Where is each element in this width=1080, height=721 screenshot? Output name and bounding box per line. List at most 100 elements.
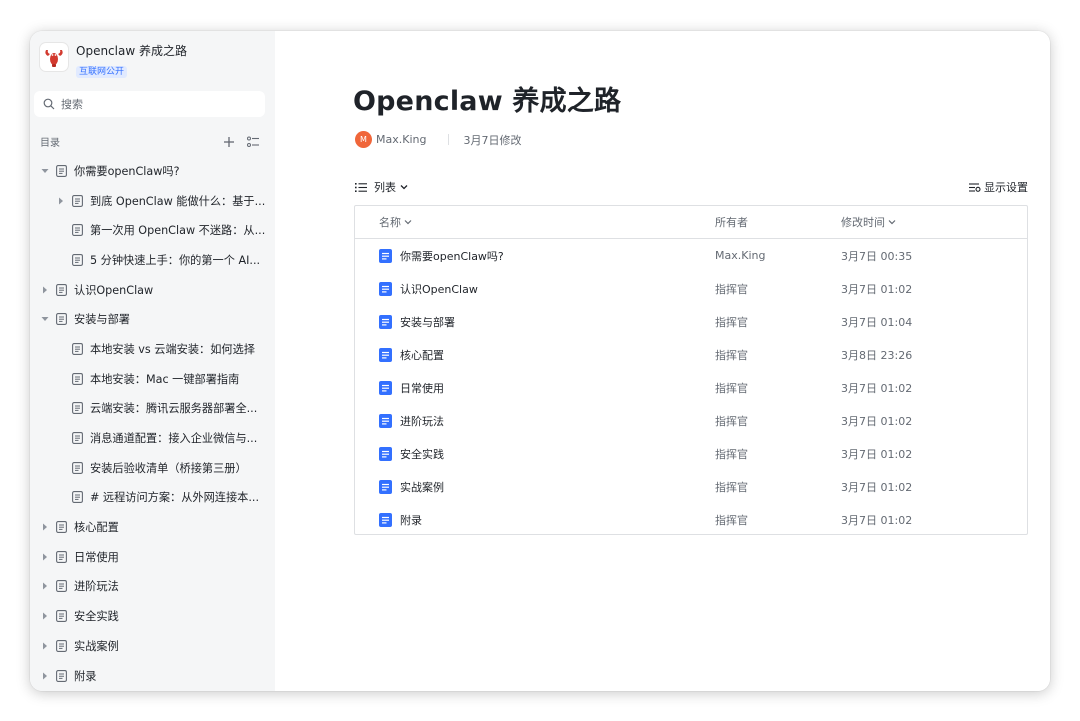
doc-title[interactable]: 日常使用 [400, 380, 444, 396]
table-row[interactable]: 进阶玩法 指挥官 3月7日 01:02 [355, 404, 1027, 437]
sidebar-item[interactable]: 第一次用 OpenClaw 不迷路：从... [30, 215, 275, 245]
cell-owner: 指挥官 [715, 315, 748, 329]
doc-title[interactable]: 附录 [400, 512, 422, 528]
cell-name: 附录 [355, 512, 715, 528]
caret-right-icon[interactable] [40, 581, 50, 591]
sidebar-item[interactable]: 实战案例 [30, 631, 275, 661]
caret-right-icon[interactable] [56, 196, 66, 206]
doc-icon [379, 281, 392, 296]
doc-icon [379, 446, 392, 461]
table-row[interactable]: 日常使用 指挥官 3月7日 01:02 [355, 371, 1027, 404]
cell-name: 安全实践 [355, 446, 715, 462]
cell-time: 3月7日 01:02 [841, 480, 913, 494]
doc-title[interactable]: 核心配置 [400, 347, 444, 363]
cell-time: 3月7日 01:02 [841, 414, 913, 428]
display-settings-button[interactable]: 显示设置 [969, 179, 1028, 195]
sidebar-item[interactable]: 云端安装：腾讯云服务器部署全... [30, 394, 275, 424]
view-switcher[interactable]: 列表 [355, 179, 415, 195]
table-row[interactable]: 附录 指挥官 3月7日 01:02 [355, 503, 1027, 536]
sidebar-item[interactable]: 安装后验收清单（桥接第三册） [30, 453, 275, 483]
caret-down-icon[interactable] [40, 314, 50, 324]
sidebar-item[interactable]: 本地安装：Mac 一键部署指南 [30, 364, 275, 394]
table-header: 名称 所有者 修改时间 [355, 206, 1027, 239]
sidebar-item-label: 第一次用 OpenClaw 不迷路：从... [90, 224, 266, 238]
doc-title[interactable]: 进阶玩法 [400, 413, 444, 429]
caret-right-icon[interactable] [40, 522, 50, 532]
cell-time: 3月8日 23:26 [841, 348, 913, 362]
cell-name: 实战案例 [355, 479, 715, 495]
doc-title[interactable]: 安全实践 [400, 446, 444, 462]
sidebar-item[interactable]: # 远程访问方案：从外网连接本... [30, 483, 275, 513]
page-meta: M Max.King 3月7日修改 [355, 131, 521, 148]
cell-time: 3月7日 01:04 [841, 315, 913, 329]
doc-title[interactable]: 实战案例 [400, 479, 444, 495]
table-row[interactable]: 核心配置 指挥官 3月8日 23:26 [355, 338, 1027, 371]
header-name[interactable]: 名称 [355, 214, 715, 230]
settings-sliders-icon [969, 182, 981, 192]
cell-time: 3月7日 01:02 [841, 282, 913, 296]
toc-title: 目录 [40, 138, 60, 149]
doc-icon [72, 224, 83, 237]
sidebar-item[interactable]: 本地安装 vs 云端安装：如何选择 [30, 334, 275, 364]
sidebar-item[interactable]: 5 分钟快速上手：你的第一个 AI... [30, 245, 275, 275]
sidebar-item-label: 核心配置 [74, 521, 119, 535]
add-icon[interactable] [223, 136, 235, 148]
table-row[interactable]: 实战案例 指挥官 3月7日 01:02 [355, 470, 1027, 503]
doc-title[interactable]: 你需要openClaw吗? [400, 248, 504, 264]
caret-right-icon[interactable] [40, 671, 50, 681]
caret-right-icon[interactable] [40, 641, 50, 651]
sidebar-item[interactable]: 消息通道配置：接入企业微信与... [30, 423, 275, 453]
chevron-down-icon [400, 185, 408, 190]
sidebar-item-label: 你需要openClaw吗? [74, 164, 180, 178]
caret-right-icon[interactable] [40, 552, 50, 562]
sidebar-item-label: 实战案例 [74, 639, 119, 653]
table-row[interactable]: 安全实践 指挥官 3月7日 01:02 [355, 437, 1027, 470]
search-input[interactable]: 搜索 [34, 91, 265, 117]
caret-down-icon[interactable] [40, 166, 50, 176]
doc-icon [379, 479, 392, 494]
sidebar-item[interactable]: 安装与部署 [30, 304, 275, 334]
cell-owner: Max.King [715, 249, 766, 262]
sidebar-item[interactable]: 认识OpenClaw [30, 275, 275, 305]
caret-right-icon[interactable] [40, 611, 50, 621]
sidebar-item-label: 认识OpenClaw [74, 283, 154, 297]
caret-right-icon[interactable] [40, 285, 50, 295]
doc-icon [72, 372, 83, 385]
tree-list-icon[interactable] [247, 136, 260, 148]
sidebar-item[interactable]: 附录 [30, 661, 275, 691]
sidebar-item-label: 日常使用 [74, 550, 119, 564]
space-brand[interactable]: Openclaw 养成之路 互联网公开 [40, 43, 187, 78]
doc-icon [56, 164, 67, 177]
sidebar-item-label: 云端安装：腾讯云服务器部署全... [90, 402, 258, 416]
table-row[interactable]: 认识OpenClaw 指挥官 3月7日 01:02 [355, 272, 1027, 305]
sidebar-item[interactable]: 日常使用 [30, 542, 275, 572]
doc-title[interactable]: 认识OpenClaw [400, 281, 478, 297]
avatar[interactable]: M [355, 131, 372, 148]
doc-icon [379, 314, 392, 329]
sidebar-item[interactable]: 进阶玩法 [30, 572, 275, 602]
sidebar-item-label: 进阶玩法 [74, 580, 119, 594]
table-row[interactable]: 你需要openClaw吗? Max.King 3月7日 00:35 [355, 239, 1027, 272]
sidebar-item[interactable]: 核心配置 [30, 512, 275, 542]
sidebar-item[interactable]: 到底 OpenClaw 能做什么：基于... [30, 186, 275, 216]
search-icon [43, 98, 55, 110]
doc-icon [72, 432, 83, 444]
header-time[interactable]: 修改时间 [841, 214, 1027, 230]
cell-time: 3月7日 00:35 [841, 249, 913, 263]
sidebar-item[interactable]: 安全实践 [30, 601, 275, 631]
cell-name: 你需要openClaw吗? [355, 248, 715, 264]
cell-name: 核心配置 [355, 347, 715, 363]
table-row[interactable]: 安装与部署 指挥官 3月7日 01:04 [355, 305, 1027, 338]
sidebar-item-label: 到底 OpenClaw 能做什么：基于... [90, 194, 266, 208]
author-name[interactable]: Max.King [376, 133, 426, 146]
main-content: Openclaw 养成之路 M Max.King 3月7日修改 列表 显示设置 … [275, 31, 1050, 691]
doc-title[interactable]: 安装与部署 [400, 314, 455, 330]
doc-icon [56, 639, 67, 652]
doc-icon [56, 550, 67, 563]
doc-icon [379, 347, 392, 362]
cell-name: 日常使用 [355, 380, 715, 396]
sidebar-item[interactable]: 你需要openClaw吗? [30, 156, 275, 186]
